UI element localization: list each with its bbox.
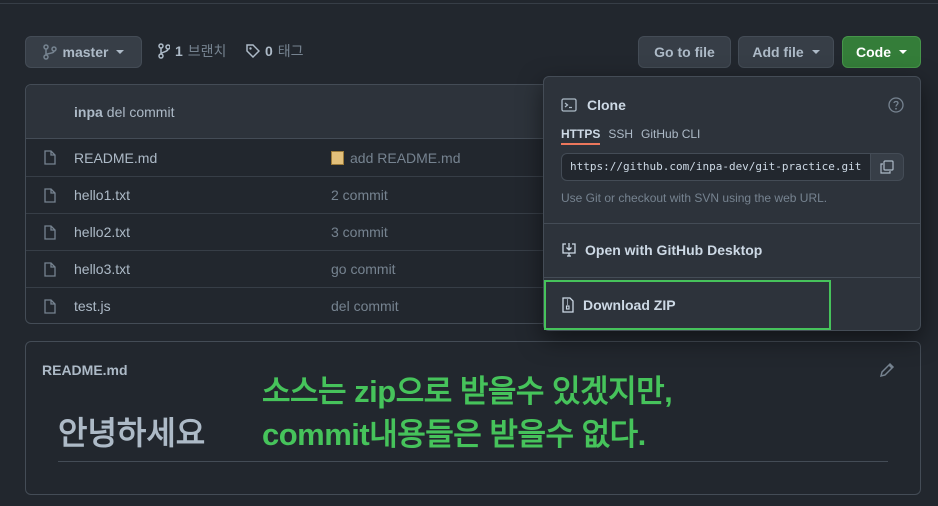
file-icon — [44, 299, 56, 314]
commit-author[interactable]: inpa — [74, 104, 103, 120]
code-dropdown: Clone HTTPS SSH GitHub CLI https://githu… — [543, 76, 921, 331]
copy-icon — [880, 160, 894, 174]
download-zip-label: Download ZIP — [583, 297, 676, 313]
clone-url-input[interactable]: https://github.com/inpa-dev/git-practice… — [561, 153, 871, 181]
readme-heading: 안녕하세요 — [58, 415, 206, 451]
tags-count: 0 — [265, 43, 273, 59]
annotation-line-1: 소스는 zip으로 받을수 있겠지만, — [262, 374, 673, 409]
file-name[interactable]: test.js — [74, 298, 111, 314]
clone-title: Clone — [587, 97, 626, 113]
git-branch-icon — [158, 43, 170, 59]
tags-link[interactable]: 0 태그 — [246, 41, 304, 61]
annotation-text: 소스는 zip으로 받을수 있겠지만, commit내용들은 받을수 없다. — [262, 370, 673, 456]
branches-count: 1 — [175, 43, 183, 59]
clone-tabs: HTTPS SSH GitHub CLI — [561, 127, 700, 145]
file-commit-text: del commit — [331, 298, 399, 314]
desktop-download-icon — [562, 243, 576, 257]
tab-https[interactable]: HTTPS — [561, 127, 601, 145]
file-icon — [44, 188, 56, 203]
file-commit-message[interactable]: add README.md — [331, 150, 460, 166]
file-name[interactable]: README.md — [74, 150, 157, 166]
clone-help-text: Use Git or checkout with SVN using the w… — [561, 191, 828, 205]
file-zip-icon — [562, 297, 574, 313]
chevron-down-icon — [811, 50, 820, 54]
annotation-line-2: commit내용들은 받을수 없다. — [262, 417, 646, 452]
file-commit-message[interactable]: 2 commit — [331, 187, 388, 203]
chevron-down-icon — [116, 50, 125, 54]
tab-github-cli[interactable]: GitHub CLI — [641, 127, 700, 145]
readme-title: README.md — [42, 362, 128, 378]
file-name[interactable]: hello3.txt — [74, 261, 130, 277]
branches-link[interactable]: 1 브랜치 — [158, 41, 226, 61]
question-icon[interactable] — [888, 97, 904, 113]
file-icon — [44, 225, 56, 240]
file-commit-message[interactable]: 3 commit — [331, 224, 388, 240]
top-border — [0, 0, 938, 4]
file-icon — [44, 262, 56, 277]
tag-icon — [246, 44, 260, 58]
branch-label: master — [62, 44, 109, 60]
file-icon — [44, 150, 56, 165]
file-name[interactable]: hello2.txt — [74, 224, 130, 240]
open-desktop-button[interactable]: Open with GitHub Desktop — [544, 224, 920, 276]
file-commit-text: 2 commit — [331, 187, 388, 203]
add-file-button[interactable]: Add file — [738, 36, 834, 68]
go-to-file-button[interactable]: Go to file — [638, 36, 731, 68]
add-file-label: Add file — [752, 44, 804, 60]
file-commit-message[interactable]: go commit — [331, 261, 396, 277]
clone-header: Clone — [561, 97, 626, 113]
tags-label: 태그 — [277, 43, 304, 59]
file-name[interactable]: hello1.txt — [74, 187, 130, 203]
file-commit-message[interactable]: del commit — [331, 298, 399, 314]
git-branch-icon — [42, 44, 57, 60]
commit-message[interactable]: del commit — [107, 104, 175, 120]
copy-url-button[interactable] — [870, 153, 904, 181]
dropdown-divider — [544, 277, 920, 278]
file-commit-text: add README.md — [350, 149, 461, 166]
memo-icon — [331, 150, 344, 165]
pencil-icon[interactable] — [879, 362, 895, 378]
code-label: Code — [856, 44, 891, 60]
chevron-down-icon — [899, 50, 907, 54]
terminal-icon — [561, 98, 577, 112]
file-commit-text: 3 commit — [331, 224, 388, 240]
download-zip-button[interactable]: Download ZIP — [544, 280, 831, 330]
branch-select-button[interactable]: master — [25, 36, 142, 68]
branches-label: 브랜치 — [187, 43, 227, 59]
file-commit-text: go commit — [331, 261, 396, 277]
code-button[interactable]: Code — [842, 36, 921, 68]
readme-divider — [58, 461, 888, 462]
tab-ssh[interactable]: SSH — [608, 127, 633, 145]
open-desktop-label: Open with GitHub Desktop — [585, 242, 763, 258]
